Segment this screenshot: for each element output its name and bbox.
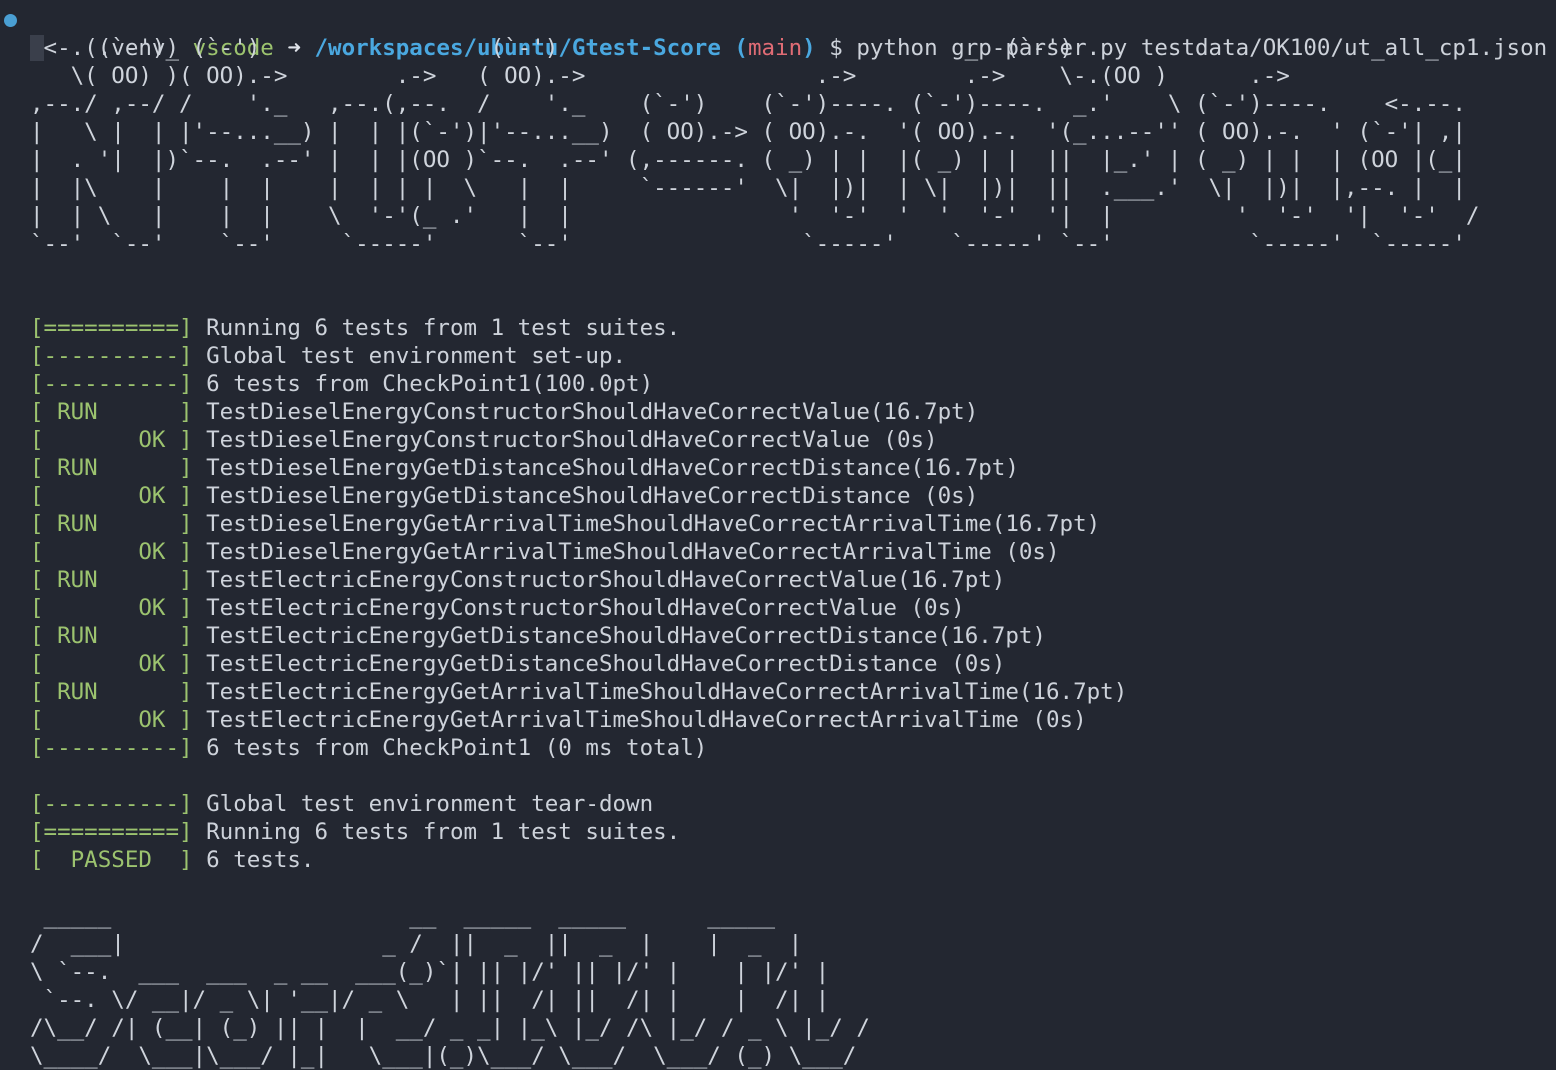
banner-art-line: | |\ | | | | | | | \ | | `------' \| |)|…	[30, 175, 1466, 201]
gtest-text: TestElectricEnergyGetArrivalTimeShouldHa…	[206, 707, 1087, 733]
gtest-text: Global test environment set-up.	[206, 343, 627, 369]
score-art-line: /\__/ /| (__| (_) || | | __/ _ _| |_\ |_…	[30, 1015, 870, 1041]
gtest-line: [==========] Running 6 tests from 1 test…	[0, 314, 1556, 342]
gtest-text: TestDieselEnergyGetDistanceShouldHaveCor…	[206, 483, 979, 509]
gtest-line: [ RUN ] TestDieselEnergyConstructorShoul…	[0, 398, 1556, 426]
banner-art: <-. (`-')_ (`-') (`-') _ (`-') \( OO) )(…	[0, 34, 1556, 258]
score-art-line: `--. \/ __|/ _ \| '__|/ _ \ | || /| || /…	[30, 987, 830, 1013]
gtest-tag: [----------]	[30, 791, 193, 817]
gtest-line: [ RUN ] TestElectricEnergyGetArrivalTime…	[0, 678, 1556, 706]
gtest-text: Global test environment tear-down	[206, 791, 654, 817]
gtest-text: TestDieselEnergyConstructorShouldHaveCor…	[206, 399, 979, 425]
gtest-line: [----------] 6 tests from CheckPoint1 (0…	[0, 734, 1556, 762]
banner-art-line: `--' `--' `--' `-----' `--' `-----' `---…	[30, 231, 1466, 257]
gtest-line: [ OK ] TestElectricEnergyConstructorShou…	[0, 594, 1556, 622]
gtest-text: TestDieselEnergyGetArrivalTimeShouldHave…	[206, 539, 1060, 565]
gtest-text: Running 6 tests from 1 test suites.	[206, 819, 681, 845]
gtest-text: TestElectricEnergyGetDistanceShouldHaveC…	[206, 651, 1006, 677]
gtest-text: 6 tests from CheckPoint1(100.0pt)	[206, 371, 654, 397]
gtest-line: [ OK ] TestElectricEnergyGetArrivalTimeS…	[0, 706, 1556, 734]
prompt-line: (.venv) vscode ➜ /workspaces/ubuntu/Gtes…	[0, 6, 1556, 61]
gtest-tag: [ OK ]	[30, 707, 193, 733]
gtest-line: [ RUN ] TestElectricEnergyGetDistanceSho…	[0, 622, 1556, 650]
gtest-text: TestElectricEnergyGetDistanceShouldHaveC…	[206, 623, 1046, 649]
gtest-text: Running 6 tests from 1 test suites.	[206, 315, 681, 341]
gtest-tag: [ PASSED ]	[30, 847, 193, 873]
terminal[interactable]: (.venv) vscode ➜ /workspaces/ubuntu/Gtes…	[0, 6, 1556, 1070]
gtest-text: TestElectricEnergyGetArrivalTimeShouldHa…	[206, 679, 1128, 705]
gtest-tag: [ RUN ]	[30, 623, 193, 649]
gtest-text: TestElectricEnergyConstructorShouldHaveC…	[206, 595, 965, 621]
gtest-text: TestElectricEnergyConstructorShouldHaveC…	[206, 567, 1006, 593]
gtest-line: [ OK ] TestDieselEnergyGetArrivalTimeSho…	[0, 538, 1556, 566]
gtest-line: [ RUN ] TestDieselEnergyGetArrivalTimeSh…	[0, 510, 1556, 538]
gtest-line: [ OK ] TestDieselEnergyGetDistanceShould…	[0, 482, 1556, 510]
score-art: _____ __ _____ _____ _____ / ___| _ / ||…	[0, 902, 1556, 1070]
gtest-line: [ PASSED ] 6 tests.	[0, 846, 1556, 874]
gtest-tag: [ RUN ]	[30, 567, 193, 593]
gtest-text: 6 tests.	[206, 847, 315, 873]
banner-art-line: \( OO) )( OO).-> .-> ( OO).-> .-> .-> \-…	[30, 63, 1290, 89]
gtest-tag: [----------]	[30, 735, 193, 761]
banner-art-line: <-. (`-')_ (`-') (`-') _ (`-')	[0, 34, 1556, 62]
gtest-line: [----------] Global test environment tea…	[0, 790, 1556, 818]
score-art-line: / ___| _ / || _ || _ | | _ |	[30, 931, 803, 957]
score-art-line: _____ __ _____ _____ _____	[30, 903, 776, 929]
gtest-tag: [ OK ]	[30, 595, 193, 621]
gtest-tag: [ RUN ]	[30, 455, 193, 481]
score-art-line: \ `--. ___ ___ _ __ ___(_)`| || |/' || |…	[30, 959, 830, 985]
gtest-tag: [ OK ]	[30, 651, 193, 677]
gtest-tag: [==========]	[30, 315, 193, 341]
banner-art-line: | . '| |)`--. .--' | | |(OO )`--. .--' (…	[30, 147, 1466, 173]
gtest-line: [ RUN ] TestElectricEnergyConstructorSho…	[0, 566, 1556, 594]
gtest-line: [==========] Running 6 tests from 1 test…	[0, 818, 1556, 846]
gtest-output: [==========] Running 6 tests from 1 test…	[0, 314, 1556, 874]
gtest-text: TestDieselEnergyGetArrivalTimeShouldHave…	[206, 511, 1101, 537]
gtest-line: [ OK ] TestElectricEnergyGetDistanceShou…	[0, 650, 1556, 678]
gtest-text: TestDieselEnergyConstructorShouldHaveCor…	[206, 427, 938, 453]
gtest-line: [----------] Global test environment set…	[0, 342, 1556, 370]
terminal-cursor	[30, 35, 44, 61]
gtest-tag: [==========]	[30, 819, 193, 845]
gtest-tag: [----------]	[30, 343, 193, 369]
banner-art-line: | | \ | | | \ '-'(_ .' | | ' '-' ' ' '-'…	[30, 203, 1480, 229]
gtest-line: [ RUN ] TestDieselEnergyGetDistanceShoul…	[0, 454, 1556, 482]
gtest-line: [ OK ] TestDieselEnergyConstructorShould…	[0, 426, 1556, 454]
gtest-tag: [ RUN ]	[30, 679, 193, 705]
gtest-line	[0, 762, 1556, 790]
gtest-tag: [ RUN ]	[30, 511, 193, 537]
gtest-tag: [ OK ]	[30, 483, 193, 509]
gtest-text: 6 tests from CheckPoint1 (0 ms total)	[206, 735, 708, 761]
gtest-tag: [ OK ]	[30, 427, 193, 453]
gtest-tag: [----------]	[30, 371, 193, 397]
score-art-line: \____/ \___|\___/ |_| \___|(_)\___/ \___…	[30, 1043, 857, 1069]
gtest-text: TestDieselEnergyGetDistanceShouldHaveCor…	[206, 455, 1019, 481]
gtest-tag: [ OK ]	[30, 539, 193, 565]
gtest-line: [----------] 6 tests from CheckPoint1(10…	[0, 370, 1556, 398]
banner-art-line: ,--./ ,--/ / '._ ,--.(,--. / '._ (`-') (…	[30, 91, 1466, 117]
gtest-tag: [ RUN ]	[30, 399, 193, 425]
status-dot-icon	[4, 14, 17, 27]
banner-art-line: | \ | | |'--...__) | | |(`-')|'--...__) …	[30, 119, 1466, 145]
